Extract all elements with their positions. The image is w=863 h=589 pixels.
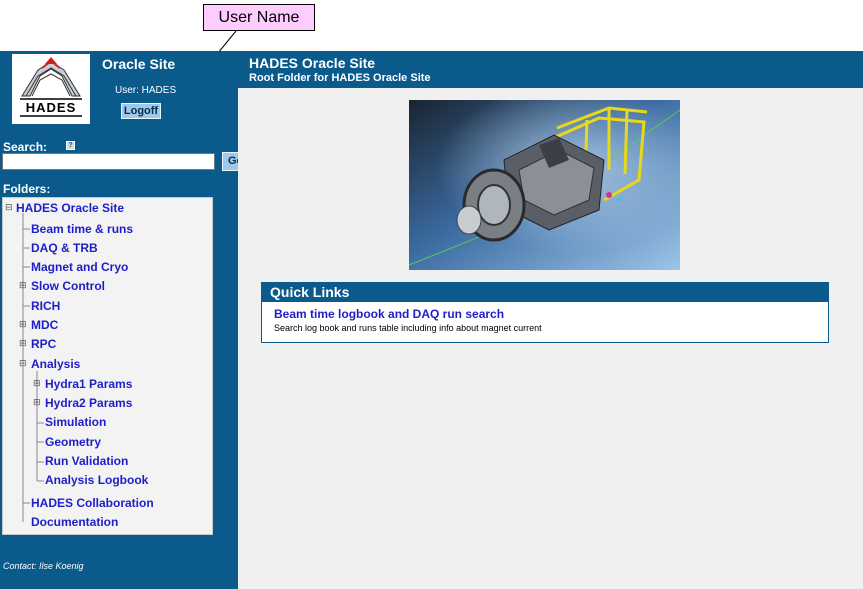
search-input[interactable] bbox=[2, 153, 215, 170]
user-name-callout: User Name bbox=[203, 4, 315, 31]
tree-item-daq-trb[interactable]: DAQ & TRB bbox=[31, 241, 98, 255]
tree-item-documentation[interactable]: Documentation bbox=[31, 515, 118, 529]
tree-item-mdc[interactable]: MDC bbox=[31, 318, 58, 332]
main-content: Quick Links Beam time logbook and DAQ ru… bbox=[238, 88, 863, 589]
tree-item-geometry[interactable]: Geometry bbox=[45, 435, 101, 449]
collapse-icon[interactable]: ⊟ bbox=[19, 360, 28, 369]
quick-link-beam-time[interactable]: Beam time logbook and DAQ run search bbox=[274, 307, 504, 321]
tree-item-simulation[interactable]: Simulation bbox=[45, 415, 106, 429]
logoff-button[interactable]: Logoff bbox=[121, 103, 161, 119]
tree-item-rich[interactable]: RICH bbox=[31, 299, 60, 313]
tree-item-hades-collaboration[interactable]: HADES Collaboration bbox=[31, 496, 154, 510]
page: User Name HADES Oracle Site User: HADES … bbox=[0, 0, 863, 589]
logo-text: HADES bbox=[25, 100, 77, 115]
sidebar: HADES Oracle Site User: HADES Logoff Sea… bbox=[0, 51, 242, 589]
page-header: HADES Oracle Site Root Folder for HADES … bbox=[238, 51, 863, 88]
page-subtitle: Root Folder for HADES Oracle Site bbox=[249, 72, 431, 84]
tree-item-run-validation[interactable]: Run Validation bbox=[45, 454, 128, 468]
tree-item-hades-oracle-site[interactable]: HADES Oracle Site bbox=[16, 201, 124, 215]
tree-item-slow-control[interactable]: Slow Control bbox=[31, 279, 105, 293]
expand-icon[interactable]: ⊞ bbox=[33, 399, 42, 408]
contact-link[interactable]: Contact: Ilse Koenig bbox=[3, 561, 84, 571]
hades-logo: HADES bbox=[12, 54, 90, 124]
quick-link-description: Search log book and runs table including… bbox=[274, 323, 542, 333]
tree-item-beam-time-runs[interactable]: Beam time & runs bbox=[31, 222, 133, 236]
expand-icon[interactable]: ⊞ bbox=[19, 321, 28, 330]
tree-item-hydra1-params[interactable]: Hydra1 Params bbox=[45, 377, 132, 391]
site-name: Oracle Site bbox=[102, 56, 176, 72]
user-label: User: HADES bbox=[115, 85, 177, 96]
tree-item-rpc[interactable]: RPC bbox=[31, 337, 56, 351]
folder-tree: ⊟ HADES Oracle Site Beam time & runs DAQ… bbox=[2, 197, 213, 535]
detector-image bbox=[409, 100, 680, 270]
tree-item-analysis[interactable]: Analysis bbox=[31, 357, 80, 371]
help-icon[interactable]: ? bbox=[66, 141, 75, 150]
quick-links-panel: Quick Links Beam time logbook and DAQ ru… bbox=[261, 282, 829, 343]
tree-item-magnet-cryo[interactable]: Magnet and Cryo bbox=[31, 260, 128, 274]
expand-icon[interactable]: ⊞ bbox=[33, 380, 42, 389]
folders-label: Folders: bbox=[3, 182, 51, 196]
expand-icon[interactable]: ⊞ bbox=[19, 340, 28, 349]
tree-item-analysis-logbook[interactable]: Analysis Logbook bbox=[45, 473, 148, 487]
page-title: HADES Oracle Site bbox=[249, 55, 376, 71]
collapse-icon[interactable]: ⊟ bbox=[5, 204, 14, 213]
expand-icon[interactable]: ⊞ bbox=[19, 282, 28, 291]
search-label: Search: bbox=[3, 140, 48, 154]
tree-item-hydra2-params[interactable]: Hydra2 Params bbox=[45, 396, 132, 410]
quick-links-heading: Quick Links bbox=[262, 283, 828, 302]
